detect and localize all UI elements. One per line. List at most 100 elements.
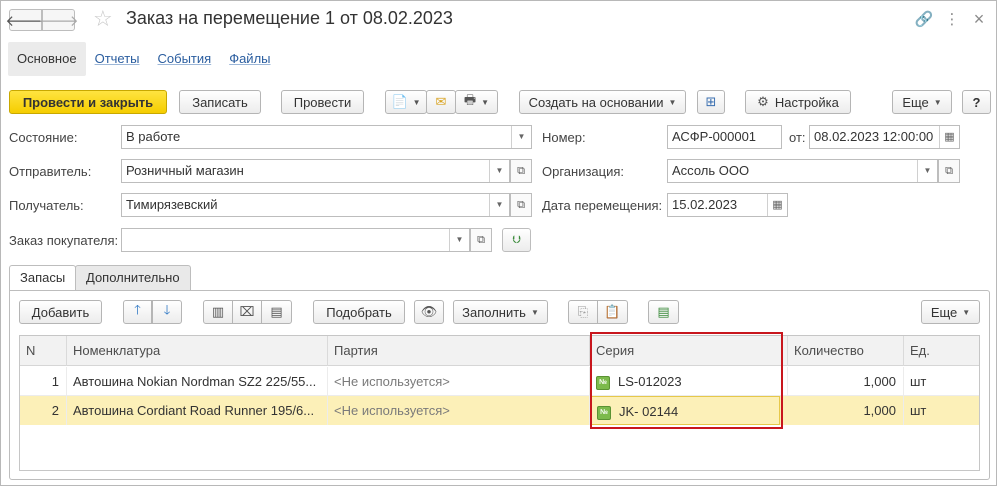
table-more-button[interactable]: Еще ▼ (921, 300, 980, 324)
calendar-icon[interactable]: ▦ (767, 194, 787, 216)
back-button[interactable]: 🡐 (5, 9, 46, 31)
cell-item[interactable]: Автошина Cordiant Road Runner 195/6... (67, 396, 328, 425)
section-files[interactable]: Файлы (220, 42, 279, 76)
cell-quantity[interactable]: 1,000 (788, 367, 904, 396)
cell-series[interactable]: № JK- 02144 (590, 396, 780, 425)
column-header-unit[interactable]: Ед. (904, 336, 979, 366)
move-date-field[interactable]: 15.02.2023 ▦ (667, 193, 788, 217)
barcode-button[interactable]: ▥ (203, 300, 233, 324)
fill-button[interactable]: Заполнить ▼ (453, 300, 548, 324)
paste-icon: 📋 (604, 304, 621, 319)
cell-series[interactable]: № LS-012023 (590, 367, 788, 396)
table-row[interactable]: 1 Автошина Nokian Nordman SZ2 225/55... … (20, 367, 979, 396)
save-button[interactable]: Записать (179, 90, 261, 114)
date-value: 08.02.2023 12:00:00 (814, 129, 934, 144)
column-header-quantity[interactable]: Количество (788, 336, 904, 366)
arrow-right-icon: 🡒 (38, 12, 79, 30)
customer-order-field[interactable]: ▼ (121, 228, 470, 252)
structure-button[interactable]: ⊞ (697, 90, 725, 114)
section-main[interactable]: Основное (8, 42, 86, 76)
pick-button[interactable]: Подобрать (313, 300, 405, 324)
section-navigation: Основное Отчеты События Файлы (8, 42, 280, 76)
chevron-down-icon: ▼ (412, 97, 421, 107)
settings-label: Настройка (774, 94, 839, 110)
fill-from-order-button[interactable]: ⮋ (502, 228, 531, 252)
send-email-button[interactable]: ✉ (426, 90, 456, 114)
number-label: Номер: (542, 130, 586, 145)
chevron-down-icon[interactable]: ▼ (449, 229, 469, 251)
settings-button[interactable]: ⚙ Настройка (745, 90, 851, 114)
sender-field[interactable]: Розничный магазин ▼ (121, 159, 510, 183)
copy-rows-button[interactable]: ⎘ (568, 300, 598, 324)
envelope-icon: ✉ (435, 94, 447, 109)
table-row[interactable]: 2 Автошина Cordiant Road Runner 195/6...… (20, 396, 979, 425)
create-document-menu-button[interactable]: 📄 ▼ (385, 90, 427, 114)
state-field[interactable]: В работе ▼ (121, 125, 532, 149)
chevron-down-icon[interactable]: ▼ (511, 126, 531, 148)
organization-field[interactable]: Ассоль ООО ▼ (667, 159, 938, 183)
create-based-on-label: Создать на основании (528, 94, 664, 110)
open-customer-order-button[interactable]: ⧉ (470, 228, 492, 252)
tab-additional[interactable]: Дополнительно (75, 265, 191, 290)
move-up-button[interactable]: 🡑 (123, 300, 152, 324)
column-header-item[interactable]: Номенклатура (67, 336, 328, 366)
close-icon[interactable]: × (969, 9, 989, 30)
column-header-batch[interactable]: Партия (328, 336, 590, 366)
section-events[interactable]: События (149, 42, 221, 76)
open-organization-button[interactable]: ⧉ (938, 159, 960, 183)
series-icon: № (596, 375, 610, 390)
column-header-series[interactable]: Серия (590, 336, 788, 366)
cell-batch[interactable]: <Не используется> (328, 367, 590, 396)
printer-icon: 🖶 (463, 92, 477, 107)
more-label: Еще (902, 94, 929, 110)
eye-icon: 👁 (420, 304, 438, 319)
scanner-button[interactable]: ⌧ (232, 300, 262, 324)
sender-label: Отправитель: (9, 164, 92, 179)
organization-label: Организация: (542, 164, 625, 179)
terminal-icon: ▤ (270, 304, 283, 319)
open-sender-button[interactable]: ⧉ (510, 159, 532, 183)
view-button[interactable]: 👁 (414, 300, 444, 324)
title-bar: 🡐 🡒 ☆ Заказ на перемещение 1 от 08.02.20… (1, 1, 996, 39)
star-icon[interactable]: ☆ (93, 6, 113, 32)
add-row-button[interactable]: Добавить (19, 300, 102, 324)
tab-stock[interactable]: Запасы (9, 265, 77, 291)
arrow-up-icon: 🡑 (134, 302, 141, 317)
cell-unit[interactable]: шт (904, 396, 979, 425)
chevron-down-icon[interactable]: ▼ (489, 160, 509, 182)
section-reports[interactable]: Отчеты (86, 42, 149, 76)
terminal-button[interactable]: ▤ (261, 300, 292, 324)
date-field[interactable]: 08.02.2023 12:00:00 ▦ (809, 125, 960, 149)
number-field[interactable]: АСФР-000001 (667, 125, 782, 149)
post-button[interactable]: Провести (281, 90, 364, 114)
chevron-down-icon[interactable]: ▼ (917, 160, 937, 182)
cell-quantity[interactable]: 1,000 (788, 396, 904, 425)
paste-rows-button[interactable]: 📋 (597, 300, 628, 324)
open-icon: ⧉ (517, 198, 525, 211)
more-button[interactable]: Еще ▼ (892, 90, 952, 114)
create-based-on-button[interactable]: Создать на основании ▼ (519, 90, 686, 114)
cell-item[interactable]: Автошина Nokian Nordman SZ2 225/55... (67, 367, 328, 396)
open-receiver-button[interactable]: ⧉ (510, 193, 532, 217)
cell-batch[interactable]: <Не используется> (328, 396, 590, 425)
state-value: В работе (126, 129, 181, 144)
stock-table[interactable]: N Номенклатура Партия Серия Количество Е… (19, 335, 980, 471)
calendar-icon[interactable]: ▦ (939, 126, 959, 148)
receiver-value: Тимирязевский (126, 197, 218, 212)
post-and-close-button[interactable]: Провести и закрыть (9, 90, 167, 114)
table-more-label: Еще (930, 304, 958, 320)
sender-value: Розничный магазин (126, 163, 244, 178)
link-icon[interactable]: 🔗 (914, 10, 934, 28)
chevron-down-icon[interactable]: ▼ (489, 194, 509, 216)
move-down-button[interactable]: 🡓 (152, 300, 182, 324)
state-label: Состояние: (9, 130, 78, 145)
column-header-n[interactable]: N (20, 336, 67, 366)
print-menu-button[interactable]: 🖶 ▼ (455, 90, 498, 114)
table-settings-button[interactable]: ▤ (648, 300, 679, 324)
receiver-field[interactable]: Тимирязевский ▼ (121, 193, 510, 217)
help-button[interactable]: ? (962, 90, 991, 114)
cell-unit[interactable]: шт (904, 367, 979, 396)
forward-button[interactable]: 🡒 (38, 9, 79, 31)
customer-order-label: Заказ покупателя: (9, 233, 119, 248)
vertical-dots-icon[interactable]: ⋮ (942, 10, 962, 28)
